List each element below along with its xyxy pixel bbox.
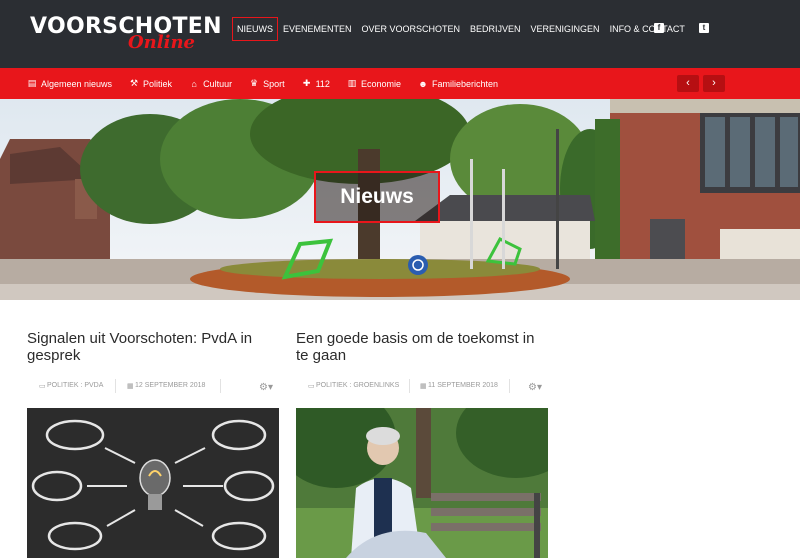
newspaper-icon: ▤: [27, 78, 37, 88]
article-image[interactable]: [296, 408, 548, 558]
meta-divider: [409, 379, 410, 393]
meta-divider: [115, 379, 116, 393]
article-title[interactable]: Signalen uit Voorschoten: PvdA in gespre…: [27, 330, 279, 366]
category-familieberichten[interactable]: ☻ Familieberichten: [418, 79, 498, 89]
article-category[interactable]: POLITIEK : GROENLINKS: [316, 382, 399, 389]
gear-icon[interactable]: ⚙▾: [528, 382, 542, 393]
category-sport[interactable]: ♛ Sport: [249, 78, 285, 89]
category-politiek[interactable]: ⚒ Politiek: [129, 78, 172, 89]
gear-icon[interactable]: ⚙▾: [259, 382, 273, 393]
article-image[interactable]: [27, 408, 279, 558]
category-label: Algemeen nieuws: [41, 78, 113, 89]
nav-item-evenementen[interactable]: EVENEMENTEN: [278, 17, 357, 41]
nav-item-nieuws[interactable]: NIEUWS: [232, 17, 278, 41]
category-label: Economie: [360, 78, 401, 89]
calendar-icon: ▦: [127, 383, 134, 390]
bar-chart-icon: ▥: [347, 78, 357, 88]
category-112[interactable]: ✚ 112: [302, 78, 330, 89]
hero-banner: Nieuws: [0, 99, 800, 300]
site-header: VOORSCHOTEN Online NIEUWS EVENEMENTEN OV…: [0, 0, 800, 68]
nav-item-over-voorschoten[interactable]: OVER VOORSCHOTEN: [357, 17, 466, 41]
category-label: Familieberichten: [431, 78, 499, 89]
main-nav: NIEUWS EVENEMENTEN OVER VOORSCHOTEN BEDR…: [232, 17, 690, 41]
woman-on-bench-image: [296, 408, 548, 558]
nav-item-bedrijven[interactable]: BEDRIJVEN: [465, 17, 526, 41]
twitter-icon[interactable]: t: [699, 23, 709, 33]
prev-arrow-button[interactable]: ‹: [677, 75, 699, 92]
article-meta: ▭ POLITIEK : GROENLINKS ▦ 11 SEPTEMBER 2…: [296, 378, 548, 394]
site-logo[interactable]: VOORSCHOTEN Online: [30, 14, 222, 53]
logo-sub-text: Online: [128, 32, 195, 53]
category-label: Sport: [263, 78, 285, 89]
article-card[interactable]: Signalen uit Voorschoten: PvdA in gespre…: [27, 330, 279, 558]
meta-divider: [509, 379, 510, 393]
next-arrow-button[interactable]: ›: [703, 75, 725, 92]
category-economie[interactable]: ▥ Economie: [347, 78, 401, 89]
category-cultuur[interactable]: ⌂ Cultuur: [189, 79, 232, 89]
gavel-icon: ⚒: [130, 78, 139, 88]
category-algemeen-nieuws[interactable]: ▤ Algemeen nieuws: [27, 78, 112, 89]
folder-icon: ▭: [308, 383, 315, 390]
calendar-icon: ▦: [420, 383, 427, 390]
ambulance-icon: ✚: [302, 78, 311, 88]
bank-icon: ⌂: [191, 78, 197, 89]
hero-title: Nieuws: [314, 171, 440, 223]
article-card[interactable]: Een goede basis om de toekomst in te gaa…: [296, 330, 548, 558]
trophy-icon: ♛: [250, 78, 259, 88]
meta-divider: [220, 379, 221, 393]
folder-icon: ▭: [39, 383, 46, 390]
users-icon: ☻: [418, 78, 428, 89]
category-label: Politiek: [143, 78, 173, 89]
article-meta: ▭ POLITIEK : PVDA ▦ 12 SEPTEMBER 2018 ⚙▾: [27, 378, 279, 394]
facebook-icon[interactable]: f: [654, 23, 664, 33]
article-title[interactable]: Een goede basis om de toekomst in te gaa…: [296, 330, 548, 366]
article-date: 11 SEPTEMBER 2018: [428, 382, 498, 389]
category-label: 112: [315, 78, 330, 89]
nav-item-info-contact[interactable]: INFO & CONTACT: [605, 17, 690, 41]
article-date: 12 SEPTEMBER 2018: [135, 382, 206, 389]
nav-item-verenigingen[interactable]: VERENIGINGEN: [526, 17, 605, 41]
lightbulb-chalkboard-image: [27, 408, 279, 558]
article-category[interactable]: POLITIEK : PVDA: [47, 382, 103, 389]
category-label: Cultuur: [203, 78, 233, 89]
